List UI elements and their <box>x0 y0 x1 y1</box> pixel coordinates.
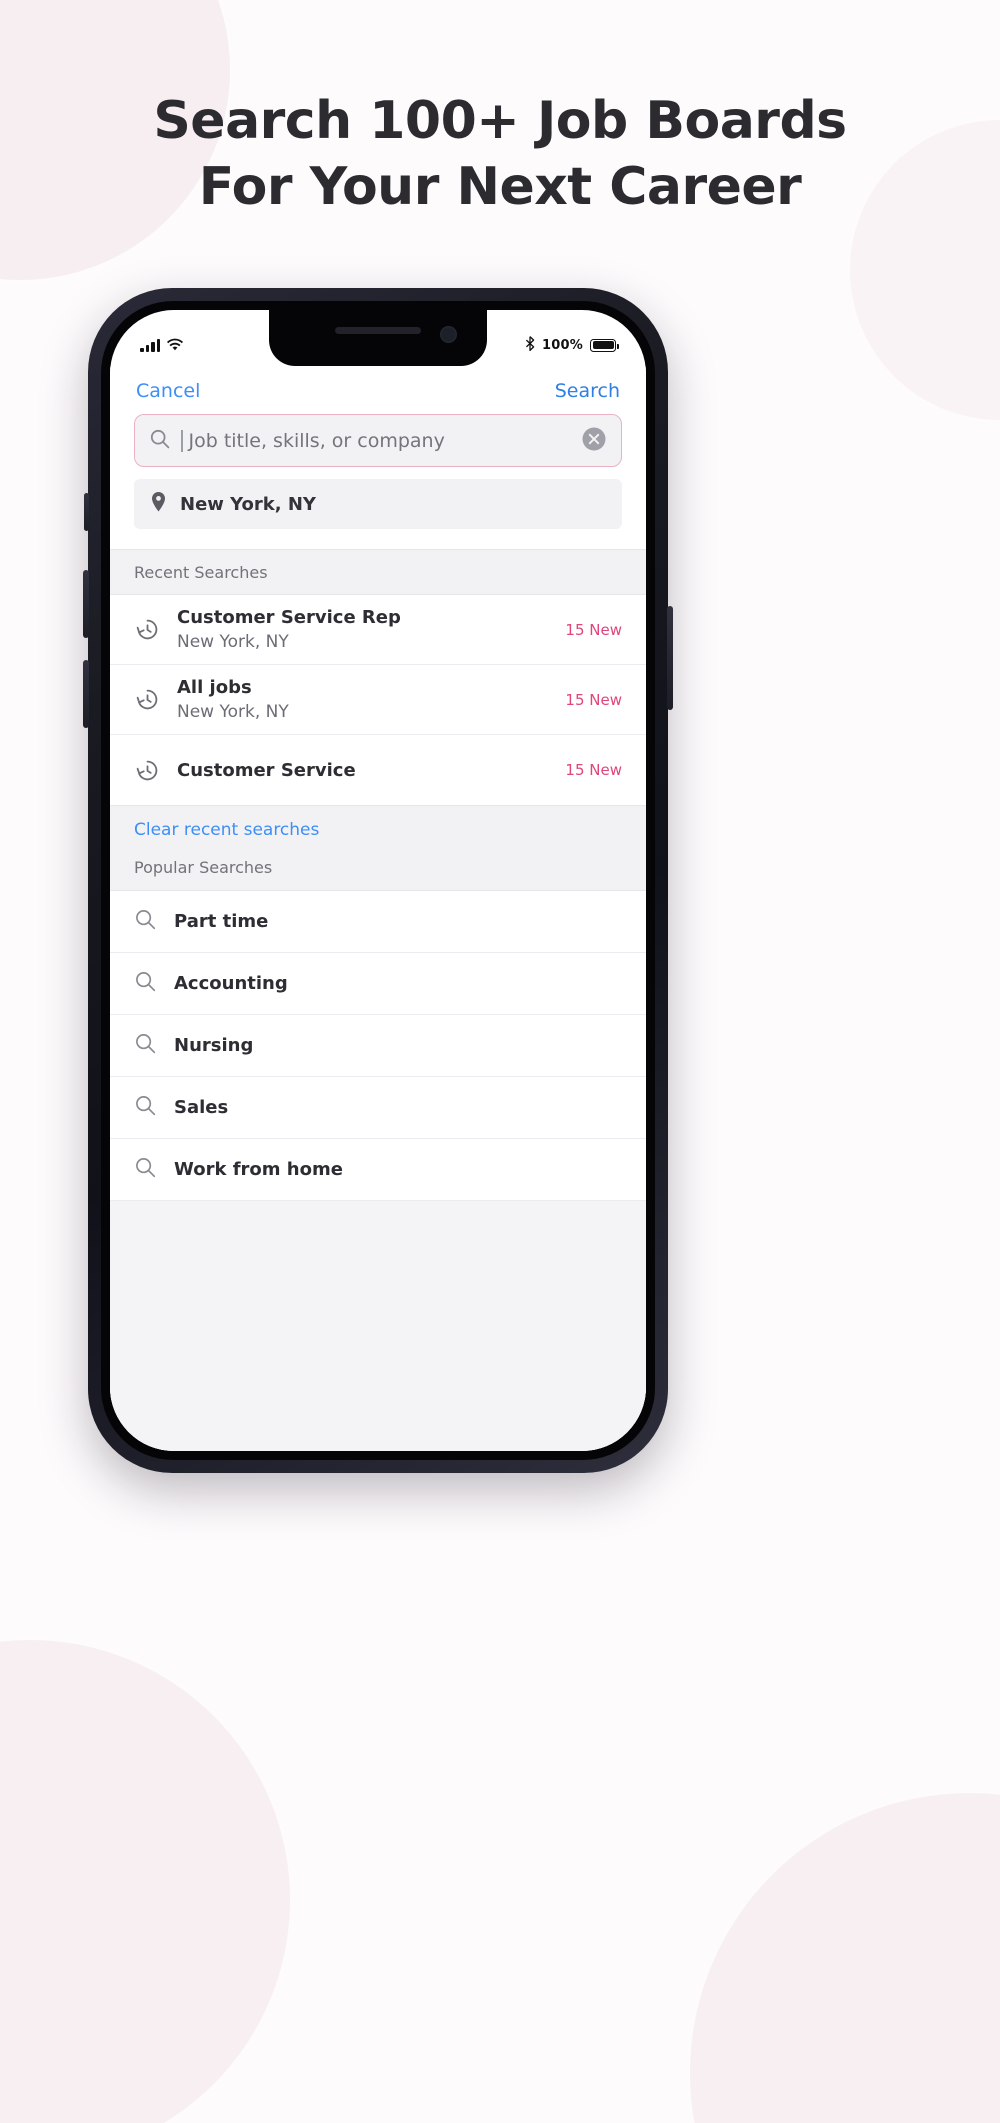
spacer <box>110 529 646 549</box>
phone-power-button[interactable] <box>667 606 673 710</box>
cellular-bars-icon <box>140 338 160 352</box>
phone-screen: 100% Cancel Search Job title, skills, or… <box>110 310 646 1451</box>
table-row[interactable]: All jobs New York, NY 15 New <box>110 665 646 735</box>
recent-searches-list: Customer Service Rep New York, NY 15 New <box>110 595 646 805</box>
clear-circle-icon[interactable] <box>581 426 607 456</box>
popular-item-label: Accounting <box>174 973 288 994</box>
phone-volume-up-button[interactable] <box>83 570 89 638</box>
status-badge: 15 New <box>565 761 622 779</box>
app-scroll-container[interactable]: Cancel Search Job title, skills, or comp… <box>110 366 646 1451</box>
table-row[interactable]: Customer Service 15 New <box>110 735 646 805</box>
location-value: New York, NY <box>180 493 316 515</box>
recent-item-title: Customer Service Rep <box>177 607 401 628</box>
popular-searches-header: Popular Searches <box>110 852 646 891</box>
list-item[interactable]: Accounting <box>110 953 646 1015</box>
search-icon <box>134 970 157 997</box>
decorative-blob-bottom-left <box>0 1640 290 2123</box>
search-button[interactable]: Search <box>555 380 620 402</box>
wifi-icon <box>167 336 183 355</box>
list-item[interactable]: Part time <box>110 891 646 953</box>
location-pin-icon <box>150 491 167 517</box>
recent-item-title: All jobs <box>177 677 252 698</box>
table-row-body: All jobs New York, NY <box>177 676 548 723</box>
recent-item-subtitle: New York, NY <box>177 702 289 722</box>
location-field[interactable]: New York, NY <box>134 479 622 529</box>
status-bar-left <box>140 336 183 355</box>
table-row-body: Customer Service Rep New York, NY <box>177 606 548 653</box>
bluetooth-icon <box>525 335 535 355</box>
decorative-blob-bottom-right <box>690 1793 1000 2123</box>
headline-line-2: For Your Next Career <box>198 157 802 217</box>
search-input-placeholder: Job title, skills, or company <box>188 429 445 452</box>
page-headline: Search 100+ Job Boards For Your Next Car… <box>0 88 1000 220</box>
search-icon <box>134 1032 157 1059</box>
status-bar-right: 100% <box>525 335 619 355</box>
battery-full-icon <box>590 338 619 352</box>
search-icon <box>134 1094 157 1121</box>
cancel-button[interactable]: Cancel <box>136 380 200 402</box>
clear-recent-searches-link[interactable]: Clear recent searches <box>134 820 319 840</box>
status-badge: 15 New <box>565 690 622 709</box>
history-clock-icon <box>134 758 160 783</box>
phone-mockup-frame: 100% Cancel Search Job title, skills, or… <box>83 288 673 1473</box>
app-content: Cancel Search Job title, skills, or comp… <box>110 366 646 1451</box>
navigation-bar: Cancel Search <box>110 366 646 414</box>
text-cursor <box>181 429 183 452</box>
search-icon <box>149 428 171 454</box>
recent-item-title: Customer Service <box>177 759 356 781</box>
popular-item-label: Work from home <box>174 1159 343 1180</box>
page-root: Search 100+ Job Boards For Your Next Car… <box>0 0 1000 2123</box>
popular-searches-list: Part time Accounting Nursing Sales Work … <box>110 891 646 1201</box>
popular-item-label: Part time <box>174 911 269 932</box>
history-clock-icon <box>134 617 160 642</box>
clear-recent-searches-bar: Clear recent searches <box>110 805 646 852</box>
status-badge: 15 New <box>565 620 622 639</box>
recent-searches-header: Recent Searches <box>110 549 646 595</box>
list-item[interactable]: Sales <box>110 1077 646 1139</box>
status-bar: 100% <box>110 310 646 366</box>
list-empty-area <box>110 1201 646 1451</box>
table-row[interactable]: Customer Service Rep New York, NY 15 New <box>110 595 646 665</box>
search-field-wrapper: Job title, skills, or company <box>110 414 646 467</box>
list-item[interactable]: Work from home <box>110 1139 646 1201</box>
table-row-body: Customer Service <box>177 759 548 782</box>
headline-line-1: Search 100+ Job Boards <box>153 91 847 151</box>
battery-percent-label: 100% <box>542 337 583 353</box>
search-input[interactable]: Job title, skills, or company <box>134 414 622 467</box>
popular-item-label: Nursing <box>174 1035 254 1056</box>
recent-item-subtitle: New York, NY <box>177 632 289 652</box>
history-clock-icon <box>134 687 160 712</box>
phone-mute-switch[interactable] <box>84 493 89 531</box>
search-icon <box>134 1156 157 1183</box>
popular-item-label: Sales <box>174 1097 229 1118</box>
phone-bezel: 100% Cancel Search Job title, skills, or… <box>101 301 655 1460</box>
list-item[interactable]: Nursing <box>110 1015 646 1077</box>
search-icon <box>134 908 157 935</box>
phone-volume-down-button[interactable] <box>83 660 89 728</box>
